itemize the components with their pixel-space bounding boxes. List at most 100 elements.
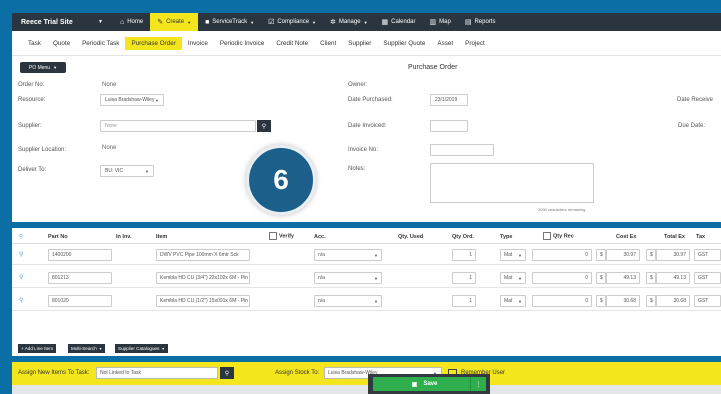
multi-search-button[interactable]: Multi-Search ▼ — [68, 344, 106, 353]
qty-ord-input[interactable]: 1 — [452, 249, 476, 261]
supplier-search-button[interactable]: ⚲ — [257, 120, 271, 132]
date-purchased-value: 23/1/2019 — [435, 97, 458, 103]
cost-ex-input[interactable]: 30.68 — [606, 295, 640, 307]
acc-select[interactable]: n/a ▼ — [314, 295, 382, 307]
verify-all-checkbox[interactable] — [269, 232, 277, 240]
chevron-down-icon: ▼ — [155, 97, 159, 103]
search-icon[interactable]: ⚲ — [19, 297, 23, 304]
assign-task-input[interactable]: Not Linked to Task — [96, 367, 218, 379]
currency-symbol: $ — [596, 272, 606, 284]
supplier-placeholder: None — [105, 123, 117, 129]
col-qty-used: Qty. Used — [398, 234, 424, 240]
truck-icon: ■ — [205, 18, 210, 26]
type-select[interactable]: Mat ▼ — [500, 249, 526, 261]
qty-rec-all-checkbox[interactable] — [543, 232, 551, 240]
add-line-item-button[interactable]: + Add Line Item — [18, 344, 57, 353]
resource-select[interactable]: Luisa Bradshaw-Wiley ▼ — [100, 94, 164, 106]
page-title: Purchase Order — [408, 64, 458, 71]
resource-value: Luisa Bradshaw-Wiley — [105, 97, 155, 103]
check-square-icon: ☑ — [268, 19, 275, 26]
tab-asset[interactable]: Asset — [431, 37, 459, 50]
invoice-no-input[interactable] — [430, 144, 494, 156]
search-icon[interactable]: ⚲ — [19, 274, 23, 281]
part-no-input[interactable]: 801020 — [48, 295, 112, 307]
tab-purchase-order[interactable]: Purchase Order — [125, 36, 182, 50]
chevron-down-icon: ▼ — [518, 252, 522, 258]
nav-reports[interactable]: ▤ Reports — [458, 13, 503, 31]
col-verify: Verify — [269, 232, 294, 240]
order-no-label: Order No: — [18, 82, 45, 88]
tab-credit-note[interactable]: Credit Note — [270, 37, 314, 50]
qty-rec-input[interactable]: 0 — [532, 295, 592, 307]
deliver-to-label: Deliver To: — [18, 167, 47, 173]
deliver-to-select[interactable]: BU: VIC ▼ — [100, 165, 154, 177]
grid-header: ⚲ Part No In Inv. Item Verify Acc. Qty. … — [12, 228, 721, 244]
search-icon: ⚲ — [19, 234, 24, 240]
acc-value: n/a — [318, 298, 325, 304]
acc-select[interactable]: n/a ▼ — [314, 249, 382, 261]
tab-task[interactable]: Task — [22, 37, 47, 50]
tax-select[interactable]: GST — [694, 295, 721, 307]
order-no-value: None — [102, 82, 117, 88]
tab-quote[interactable]: Quote — [47, 37, 76, 50]
col-type: Type — [500, 234, 513, 240]
step-number-badge: 6 — [246, 145, 316, 215]
type-select[interactable]: Mat ▼ — [500, 272, 526, 284]
po-menu-button[interactable]: PO Menu ▼ — [20, 62, 66, 73]
qty-rec-input[interactable]: 0 — [532, 272, 592, 284]
nav-compliance[interactable]: ☑ Compliance ▼ — [261, 13, 323, 31]
tab-client[interactable]: Client — [314, 37, 342, 50]
tax-select[interactable]: GST — [694, 272, 721, 284]
tab-invoice[interactable]: Invoice — [182, 37, 214, 50]
site-chevron-down-icon[interactable]: ▼ — [98, 19, 103, 25]
chevron-down-icon: ▼ — [98, 346, 103, 351]
save-label: Save — [423, 381, 438, 387]
nav-calendar[interactable]: ▦ Calendar — [375, 13, 423, 31]
nav-manage-label: Manage — [338, 19, 361, 25]
pencil-icon: ✎ — [157, 19, 164, 26]
tab-supplier[interactable]: Supplier — [342, 37, 377, 50]
tab-project[interactable]: Project — [459, 37, 491, 50]
currency-symbol: $ — [646, 249, 656, 261]
date-invoiced-input[interactable] — [430, 120, 468, 132]
nav-servicetrack[interactable]: ■ ServiceTrack ▼ — [198, 13, 261, 31]
type-select[interactable]: Mat ▼ — [500, 295, 526, 307]
po-menu-label: PO Menu — [28, 64, 51, 71]
qty-rec-input[interactable]: 0 — [532, 249, 592, 261]
chart-icon: ▤ — [464, 19, 472, 26]
tab-supplier-quote[interactable]: Supplier Quote — [377, 37, 431, 50]
supplier-input[interactable]: None — [100, 120, 256, 132]
tab-periodic-task[interactable]: Periodic Task — [76, 37, 125, 50]
acc-select[interactable]: n/a ▼ — [314, 272, 382, 284]
nav-create[interactable]: ✎ Create ▼ — [150, 13, 199, 31]
qty-ord-input[interactable]: 1 — [452, 295, 476, 307]
part-no-input[interactable]: 801213 — [48, 272, 112, 284]
gear-icon: ✲ — [330, 19, 336, 26]
nav-manage[interactable]: ✲ Manage ▼ — [323, 13, 375, 31]
notes-label: Notes: — [348, 166, 366, 172]
notes-textarea[interactable] — [430, 163, 594, 203]
tab-periodic-invoice[interactable]: Periodic Invoice — [214, 37, 270, 50]
save-options-button[interactable]: ⋮ — [470, 377, 486, 391]
date-purchased-input[interactable]: 23/1/2019 — [430, 94, 468, 106]
item-input[interactable]: DWV PVC Pipe 100mm X 6mtr Sck — [156, 249, 250, 261]
type-value: Mat — [504, 298, 513, 304]
search-icon: ⚲ — [261, 123, 267, 130]
part-no-input[interactable]: 1400200 — [48, 249, 112, 261]
cost-ex-input[interactable]: 30.97 — [606, 249, 640, 261]
cost-ex-input[interactable]: 49.13 — [606, 272, 640, 284]
search-icon[interactable]: ⚲ — [19, 251, 23, 258]
supplier-catalogues-button[interactable]: Supplier Catalogues ▼ — [115, 344, 168, 353]
notes-remaining: 1000 characters remaining — [538, 207, 586, 212]
item-input[interactable]: Kembla HD CU (3/4") 22x102x 6M - Pin — [156, 272, 250, 284]
item-input[interactable]: Kembla HD CU (1/2") 15x091x 6M - Pin — [156, 295, 250, 307]
task-search-button[interactable]: ⚲ — [220, 367, 234, 379]
nav-map[interactable]: ▥ Map — [423, 13, 458, 31]
tax-select[interactable]: GST — [694, 249, 721, 261]
site-name[interactable]: Reece Trial Site — [12, 19, 98, 26]
save-button[interactable]: ▣ Save — [373, 377, 476, 391]
nav-servicetrack-label: ServiceTrack — [212, 19, 248, 25]
nav-home[interactable]: ⌂ Home — [113, 13, 150, 31]
qty-ord-input[interactable]: 1 — [452, 272, 476, 284]
col-qty-ord: Qty Ord. — [452, 234, 475, 240]
